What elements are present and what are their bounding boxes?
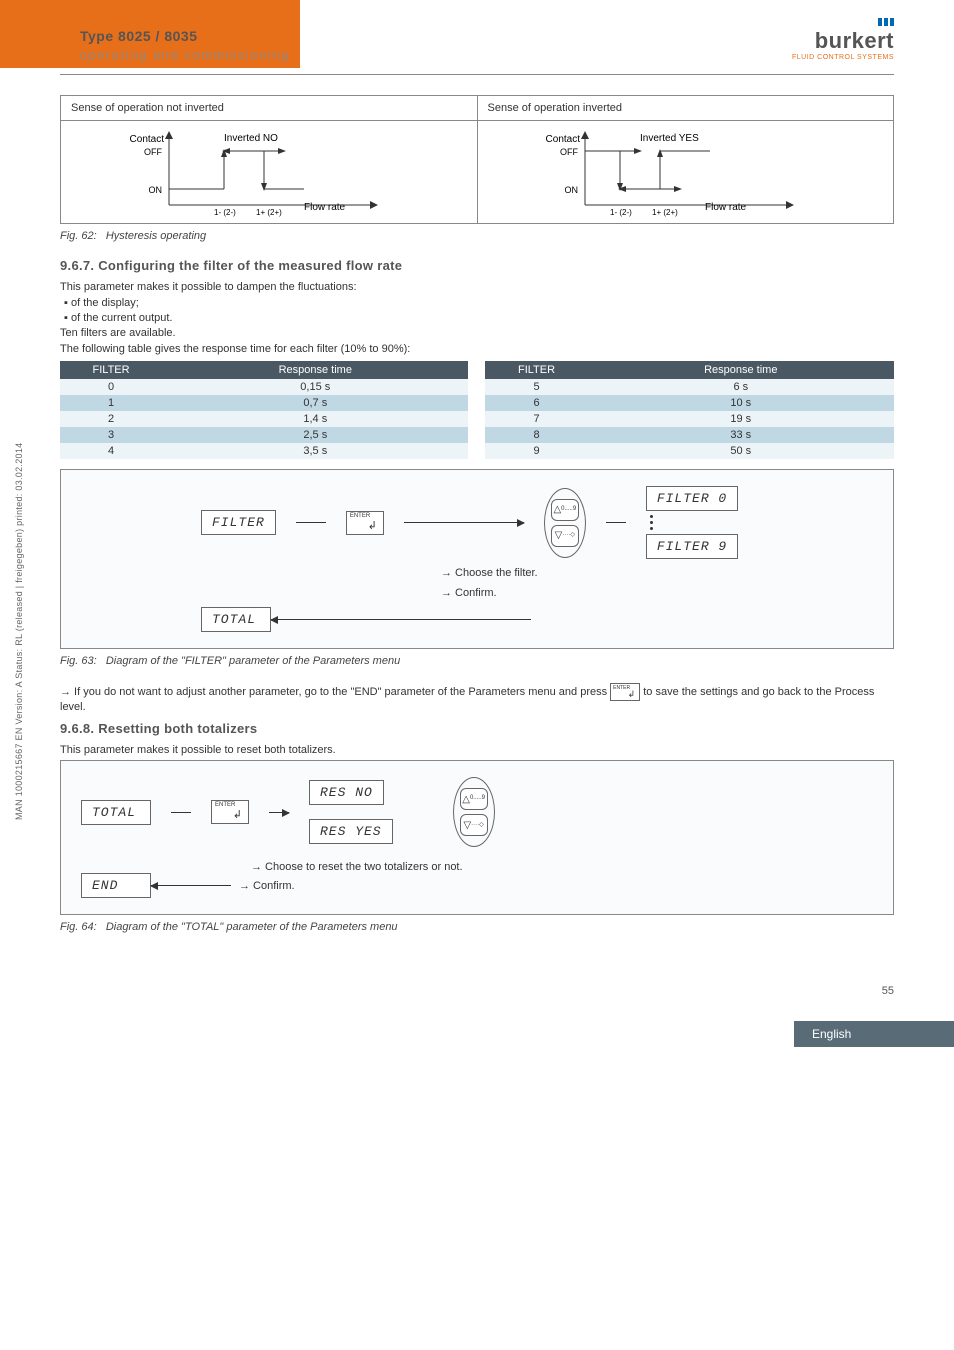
lcd-resno: RES NO: [309, 780, 384, 805]
section-967-p2: Ten filters are available.: [60, 327, 894, 339]
section-968-title: 9.6.8. Resetting both totalizers: [60, 721, 894, 736]
fig63-caption: Fig. 63: Diagram of the "FILTER" paramet…: [60, 655, 894, 667]
action-confirm-filter: → Confirm.: [441, 587, 873, 599]
svg-text:ON: ON: [565, 185, 579, 195]
header-divider: [60, 74, 894, 75]
down-button-icon: ▽····◇: [551, 525, 579, 547]
total-diagram: TOTAL RES NO RES YES △0.....9 ▽····◇ → C…: [60, 760, 894, 915]
svg-text:Inverted YES: Inverted YES: [640, 133, 699, 144]
svg-text:ON: ON: [148, 185, 162, 195]
svg-text:OFF: OFF: [560, 147, 578, 157]
svg-text:Flow rate: Flow rate: [705, 202, 747, 213]
type-title: Type 8025 / 8035: [80, 28, 340, 44]
hysteresis-table: Sense of operation not inverted Sense of…: [60, 95, 894, 224]
language-footer: English: [794, 1021, 954, 1047]
section-967-p3: The following table gives the response t…: [60, 343, 894, 355]
lcd-total2: TOTAL: [81, 800, 151, 825]
cell: 10 s: [588, 395, 894, 411]
cell: 33 s: [588, 427, 894, 443]
svg-text:Flow rate: Flow rate: [304, 202, 346, 213]
svg-text:Inverted NO: Inverted NO: [224, 133, 278, 144]
fig62-caption: Fig. 62: Hysteresis operating: [60, 230, 894, 242]
hyst-col1-title: Sense of operation not inverted: [61, 96, 478, 121]
cell: 9: [485, 443, 587, 459]
up-button-icon-2: △0.....9: [460, 788, 488, 810]
logo-text: burkert: [792, 28, 894, 54]
bullet-output: ▪ of the current output.: [64, 312, 894, 324]
svg-text:1+ (2+): 1+ (2+): [256, 208, 282, 217]
save-note: → If you do not want to adjust another p…: [60, 683, 894, 713]
action-confirm-reset: → Confirm.: [239, 880, 295, 892]
svg-text:1- (2-): 1- (2-): [610, 208, 632, 217]
header-subtitle: operating and commissioning: [80, 48, 340, 62]
cell: 4: [60, 443, 162, 459]
bullet-display: ▪ of the display;: [64, 297, 894, 309]
updown-oval-2: △0.....9 ▽····◇: [453, 777, 495, 847]
cell: 2,5 s: [162, 427, 468, 443]
response-time-table: FILTER Response time FILTER Response tim…: [60, 361, 894, 459]
svg-text:OFF: OFF: [144, 147, 162, 157]
cell: 1: [60, 395, 162, 411]
cell: 3: [60, 427, 162, 443]
section-968-p1: This parameter makes it possible to rese…: [60, 744, 894, 756]
section-967-title: 9.6.7. Configuring the filter of the mea…: [60, 258, 894, 273]
lcd-filter0: FILTER 0: [646, 486, 738, 511]
svg-text:1+ (2+): 1+ (2+): [652, 208, 678, 217]
lcd-end: END: [81, 873, 151, 898]
page-number: 55: [0, 985, 954, 997]
cell: 0,15 s: [162, 379, 468, 395]
resp-head-filter-r: FILTER: [485, 361, 587, 379]
svg-text:Contact: Contact: [546, 134, 581, 145]
hysteresis-diagram-right: Contact Inverted YES OFF ON: [510, 127, 860, 217]
enter-button-icon: [346, 511, 384, 535]
lcd-filter9: FILTER 9: [646, 534, 738, 559]
action-choose-filter: → Choose the filter.: [441, 567, 873, 579]
cell: 19 s: [588, 411, 894, 427]
lcd-total: TOTAL: [201, 607, 271, 632]
resp-head-time-l: Response time: [162, 361, 468, 379]
cell: 0: [60, 379, 162, 395]
sidebar-release-info: MAN 1000215667 EN Version: A Status: RL …: [14, 443, 24, 820]
cell: 8: [485, 427, 587, 443]
resp-head-filter-l: FILTER: [60, 361, 162, 379]
cell: 6 s: [588, 379, 894, 395]
enter-button-inline-icon: [610, 683, 640, 701]
enter-button-icon-2: [211, 800, 249, 824]
cell: 7: [485, 411, 587, 427]
up-button-icon: △0.....9: [551, 499, 579, 521]
cell: 1,4 s: [162, 411, 468, 427]
fig64-caption: Fig. 64: Diagram of the "TOTAL" paramete…: [60, 921, 894, 933]
svg-text:Contact: Contact: [129, 134, 164, 145]
lcd-resyes: RES YES: [309, 819, 393, 844]
logo-subtext: FLUID CONTROL SYSTEMS: [792, 54, 894, 61]
action-choose-reset: → Choose to reset the two totalizers or …: [251, 861, 873, 873]
cell: 0,7 s: [162, 395, 468, 411]
section-967-p1: This parameter makes it possible to damp…: [60, 281, 894, 293]
updown-oval: △0.....9 ▽····◇: [544, 488, 586, 558]
cell: 5: [485, 379, 587, 395]
hyst-col2-title: Sense of operation inverted: [477, 96, 894, 121]
resp-head-time-r: Response time: [588, 361, 894, 379]
down-button-icon-2: ▽····◇: [460, 814, 488, 836]
lcd-filter: FILTER: [201, 510, 276, 535]
filter-diagram: FILTER △0.....9 ▽····◇ FILTER 0 FILTER 9…: [60, 469, 894, 649]
header-bar: Type 8025 / 8035 operating and commissio…: [0, 0, 954, 70]
cell: 6: [485, 395, 587, 411]
svg-text:1- (2-): 1- (2-): [214, 208, 236, 217]
hysteresis-diagram-left: Contact Inverted NO OFF ON: [94, 127, 444, 217]
cell: 50 s: [588, 443, 894, 459]
cell: 2: [60, 411, 162, 427]
cell: 3,5 s: [162, 443, 468, 459]
